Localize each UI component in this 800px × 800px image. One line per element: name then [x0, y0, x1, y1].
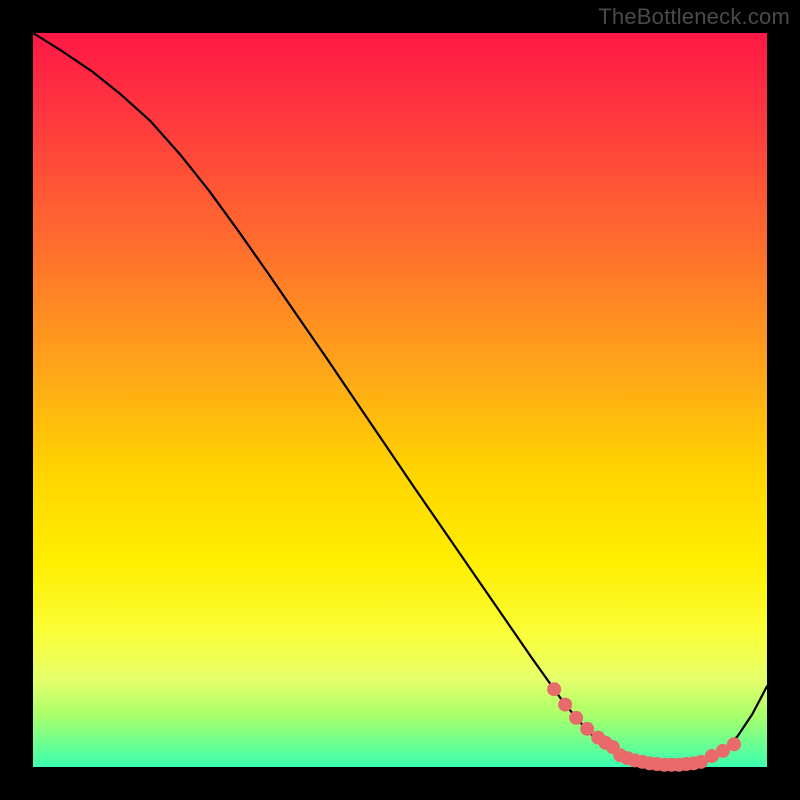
marker-dot	[569, 711, 583, 725]
chart-stage: TheBottleneck.com	[0, 0, 800, 800]
marker-dot	[547, 682, 561, 696]
marker-dot	[727, 737, 741, 751]
watermark-label: TheBottleneck.com	[598, 4, 790, 30]
marker-dot	[580, 722, 594, 736]
marker-dot	[558, 698, 572, 712]
marker-group	[547, 682, 741, 772]
plot-area	[33, 33, 767, 767]
plot-svg	[33, 33, 767, 767]
curve-line	[33, 33, 767, 765]
